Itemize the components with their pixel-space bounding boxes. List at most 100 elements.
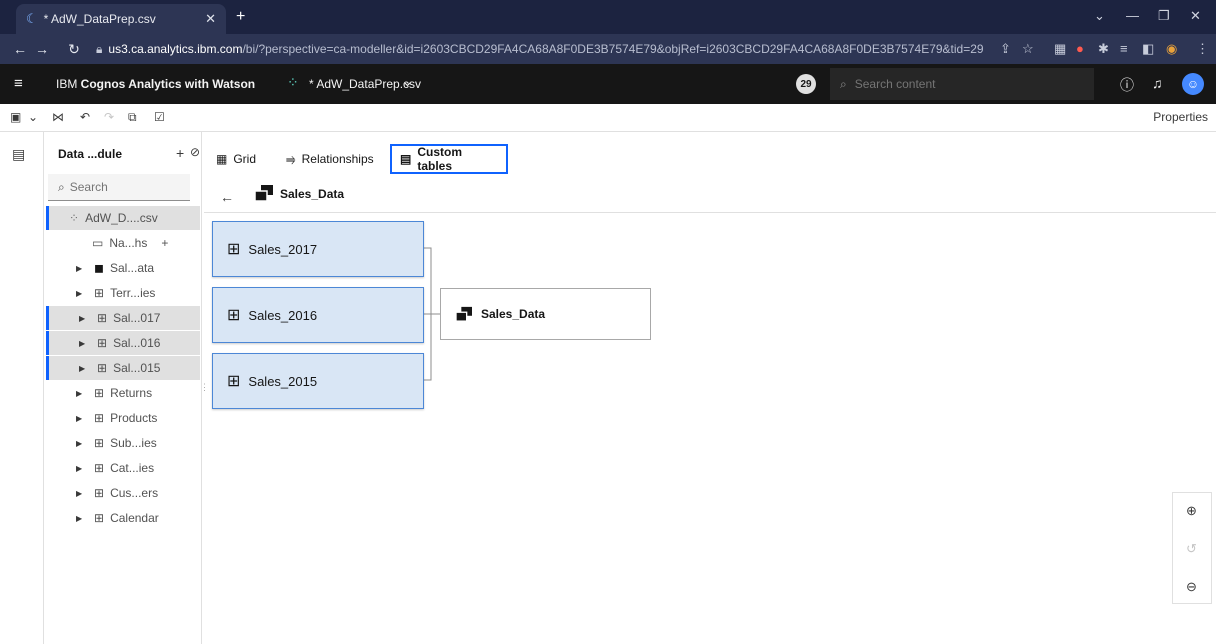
tree-item-label: Calendar — [110, 511, 159, 525]
module-actions-icon[interactable]: ⊘ — [190, 145, 200, 159]
add-item-icon[interactable]: + — [161, 236, 168, 250]
maximize-icon[interactable]: ❐ — [1158, 8, 1170, 24]
back-arrow-icon[interactable]: ← — [220, 189, 234, 205]
extensions-puzzle-icon[interactable]: ✱ — [1098, 41, 1109, 57]
save-icon[interactable]: ▣ — [10, 110, 21, 124]
expand-caret-icon[interactable]: ▶ — [79, 364, 89, 373]
tree-item[interactable]: ▭ Na...hs + — [46, 231, 200, 255]
tree-item-label: Returns — [110, 386, 153, 400]
table-icon: ⊞ — [97, 336, 108, 350]
source-table-node[interactable]: ⊞ Sales_2015 — [212, 353, 424, 409]
data-panel-icon[interactable]: ▤ — [12, 146, 25, 163]
expand-caret-icon[interactable]: ▶ — [76, 389, 86, 398]
tree-item[interactable]: ▶ ⊞ Sal...016 — [46, 331, 200, 355]
tree-item[interactable]: ▶ ⊞ Terr...ies — [46, 281, 200, 305]
help-icon[interactable]: ⓘ — [1120, 75, 1134, 95]
tab-relationships[interactable]: ⥤ Relationships — [278, 144, 382, 174]
tree-item[interactable]: ⁘ AdW_D....csv — [46, 206, 200, 230]
browser-tab[interactable]: ☾ * AdW_DataPrep.csv ✕ — [16, 4, 226, 34]
data-module-tree: Data ...dule + ⊘ ⌕ ⁘ AdW_D....csv ▭ Na...hs… — [44, 132, 202, 644]
zoom-controls: ⊕ ↺ ⊖ — [1172, 492, 1212, 604]
new-tab-icon[interactable]: + — [236, 8, 245, 26]
left-rail: ▤ — [0, 132, 44, 644]
user-avatar-icon[interactable]: ☺ — [1182, 73, 1204, 95]
tree-item-label: Terr...ies — [110, 286, 156, 300]
forward-arrow-icon[interactable]: → — [30, 41, 54, 57]
global-search[interactable]: ⌕ — [830, 68, 1094, 100]
tree-item-label: AdW_D....csv — [85, 211, 158, 225]
tree-search-input[interactable] — [69, 180, 180, 194]
tab-custom-tables[interactable]: ▤ Custom tables — [390, 144, 508, 174]
zoom-out-icon[interactable]: ⊖ — [1186, 579, 1197, 595]
share-icon[interactable]: ⇪ — [1000, 41, 1011, 57]
share-nodes-icon[interactable]: ⋈ — [52, 110, 64, 124]
browser-menu-icon[interactable]: ⋮ — [1196, 41, 1209, 57]
back-arrow-icon[interactable]: ← — [8, 41, 32, 57]
tree-item[interactable]: ▶ ⊞ Cus...ers — [46, 481, 200, 505]
table-icon: ⊞ — [94, 286, 105, 300]
tree-item-label: Sal...ata — [109, 261, 154, 275]
expand-caret-icon[interactable]: ▶ — [76, 414, 86, 423]
search-icon: ⌕ — [58, 179, 65, 194]
undo-icon[interactable]: ↶ — [80, 110, 90, 124]
extension-red-icon[interactable]: ● — [1076, 41, 1084, 56]
expand-caret-icon[interactable]: ▶ — [76, 289, 86, 298]
data-module-icon: ⁘ — [287, 74, 299, 90]
table-icon: ⊞ — [97, 311, 108, 325]
tree-item[interactable]: ▶ ⊞ Cat...ies — [46, 456, 200, 480]
zoom-in-icon[interactable]: ⊕ — [1186, 503, 1197, 519]
tree-item[interactable]: ▶ ⊞ Calendar — [46, 506, 200, 530]
source-table-node[interactable]: ⊞ Sales_2016 — [212, 287, 424, 343]
expand-caret-icon[interactable]: ▶ — [76, 264, 86, 273]
panel-resize-handle[interactable]: ⋮ — [200, 382, 209, 396]
chevron-down-icon[interactable]: ⌄ — [402, 74, 413, 90]
extension-icon[interactable]: ▦ — [1054, 41, 1066, 57]
hamburger-menu-icon[interactable]: ≡ — [14, 75, 23, 92]
tree-item-label: Sal...017 — [113, 311, 161, 325]
expand-caret-icon[interactable]: ▶ — [76, 439, 86, 448]
tree-item[interactable]: ▶ ⊞ Returns — [46, 381, 200, 405]
expand-caret-icon[interactable]: ▶ — [76, 514, 86, 523]
add-source-icon[interactable]: + — [176, 145, 184, 161]
expand-caret-icon[interactable]: ▶ — [79, 339, 89, 348]
tree-item[interactable]: ▶ ⊞ Sub...ies — [46, 431, 200, 455]
tree-item[interactable]: ▶ ⊞ Sal...017 — [46, 306, 200, 330]
expand-caret-icon[interactable]: ▶ — [76, 489, 86, 498]
search-content-input[interactable] — [854, 77, 1075, 91]
table-icon: ⊞ — [94, 461, 105, 475]
notifications-bell-icon[interactable]: ♫ — [1152, 75, 1163, 91]
tree-search[interactable]: ⌕ — [48, 174, 190, 201]
expand-caret-icon[interactable]: ▶ — [76, 464, 86, 473]
open-external-icon[interactable]: ⧉ — [128, 110, 137, 125]
tab-list-icon[interactable]: ⌄ — [1094, 8, 1105, 24]
result-table-node[interactable]: Sales_Data — [440, 288, 651, 340]
redo-icon[interactable]: ↷ — [104, 110, 114, 124]
profile-icon[interactable]: ◉ — [1166, 41, 1177, 57]
minimize-icon[interactable]: — — [1126, 8, 1139, 23]
close-window-icon[interactable]: ✕ — [1190, 8, 1201, 24]
table-icon: ⊞ — [94, 411, 105, 425]
close-tab-icon[interactable]: ✕ — [205, 11, 216, 27]
save-menu-chevron-icon[interactable]: ⌄ — [28, 110, 38, 124]
tab-grid[interactable]: ▦ Grid — [208, 144, 264, 174]
tree-item[interactable]: ▶ ⊞ Sal...015 — [46, 356, 200, 380]
url-path: /bi/?perspective=ca-modeller&id=i2603CBC… — [242, 42, 984, 56]
url-field[interactable]: 🔒︎ us3.ca.analytics.ibm.com/bi/?perspect… — [96, 39, 984, 59]
tree-header: Data ...dule — [58, 147, 123, 161]
browser-tab-title: * AdW_DataPrep.csv — [43, 12, 156, 26]
side-panel-icon[interactable]: ◧ — [1142, 41, 1154, 57]
validate-icon[interactable]: ☑ — [154, 110, 165, 124]
expand-caret-icon[interactable]: ▶ — [79, 314, 89, 323]
reset-zoom-icon[interactable]: ↺ — [1186, 541, 1197, 557]
notification-count-badge[interactable]: 29 — [796, 74, 816, 94]
reload-icon[interactable]: ↻ — [62, 41, 86, 58]
properties-button[interactable]: Properties — [1153, 110, 1208, 124]
bookmark-star-icon[interactable]: ☆ — [1022, 41, 1034, 57]
search-icon: ⌕ — [840, 76, 847, 91]
custom-table-icon: ▤ — [400, 152, 412, 166]
url-host: us3.ca.analytics.ibm.com — [108, 42, 243, 56]
tree-item[interactable]: ▶ ◼ Sal...ata — [46, 256, 200, 280]
tree-item[interactable]: ▶ ⊞ Products — [46, 406, 200, 430]
reading-list-icon[interactable]: ≡ — [1120, 41, 1128, 56]
source-table-node[interactable]: ⊞ Sales_2017 — [212, 221, 424, 277]
